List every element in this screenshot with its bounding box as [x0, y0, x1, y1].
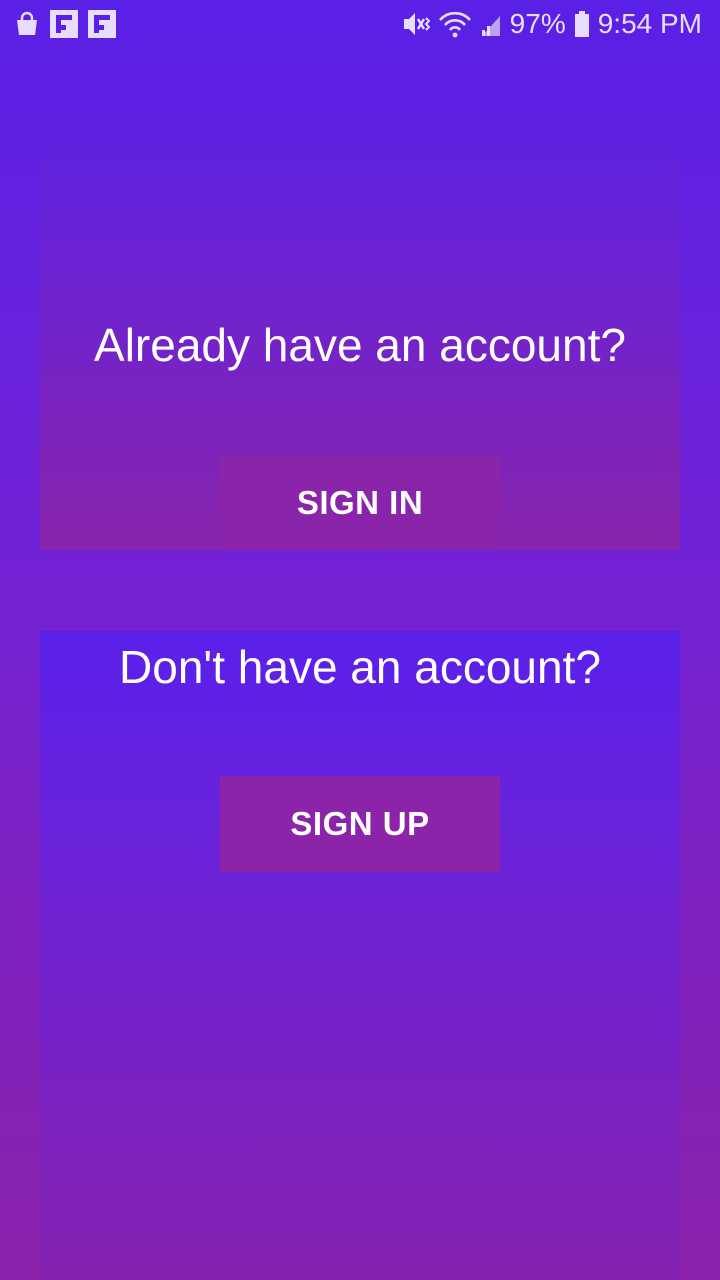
- signin-card: Already have an account? SIGN IN: [40, 120, 680, 550]
- signin-prompt: Already have an account?: [94, 319, 626, 371]
- signup-card: Don't have an account? SIGN UP: [40, 631, 680, 1280]
- sign-up-button[interactable]: SIGN UP: [220, 776, 500, 872]
- wifi-icon: [438, 10, 472, 38]
- signal-icon: [480, 10, 502, 38]
- battery-icon: [574, 10, 590, 38]
- flipboard-icon: [50, 10, 78, 38]
- sign-in-button[interactable]: SIGN IN: [220, 456, 500, 550]
- signup-prompt: Don't have an account?: [119, 641, 601, 693]
- flipboard-icon: [88, 10, 116, 38]
- status-bar-left: [14, 10, 116, 38]
- shopping-bag-icon: [14, 11, 40, 37]
- status-time: 9:54 PM: [597, 8, 702, 39]
- status-bar: 97% 9:54 PM: [0, 0, 720, 48]
- status-bar-right: 97% 9:54 PM: [400, 10, 702, 38]
- battery-percent: 97%: [509, 8, 566, 39]
- mute-vibrate-icon: [400, 10, 430, 38]
